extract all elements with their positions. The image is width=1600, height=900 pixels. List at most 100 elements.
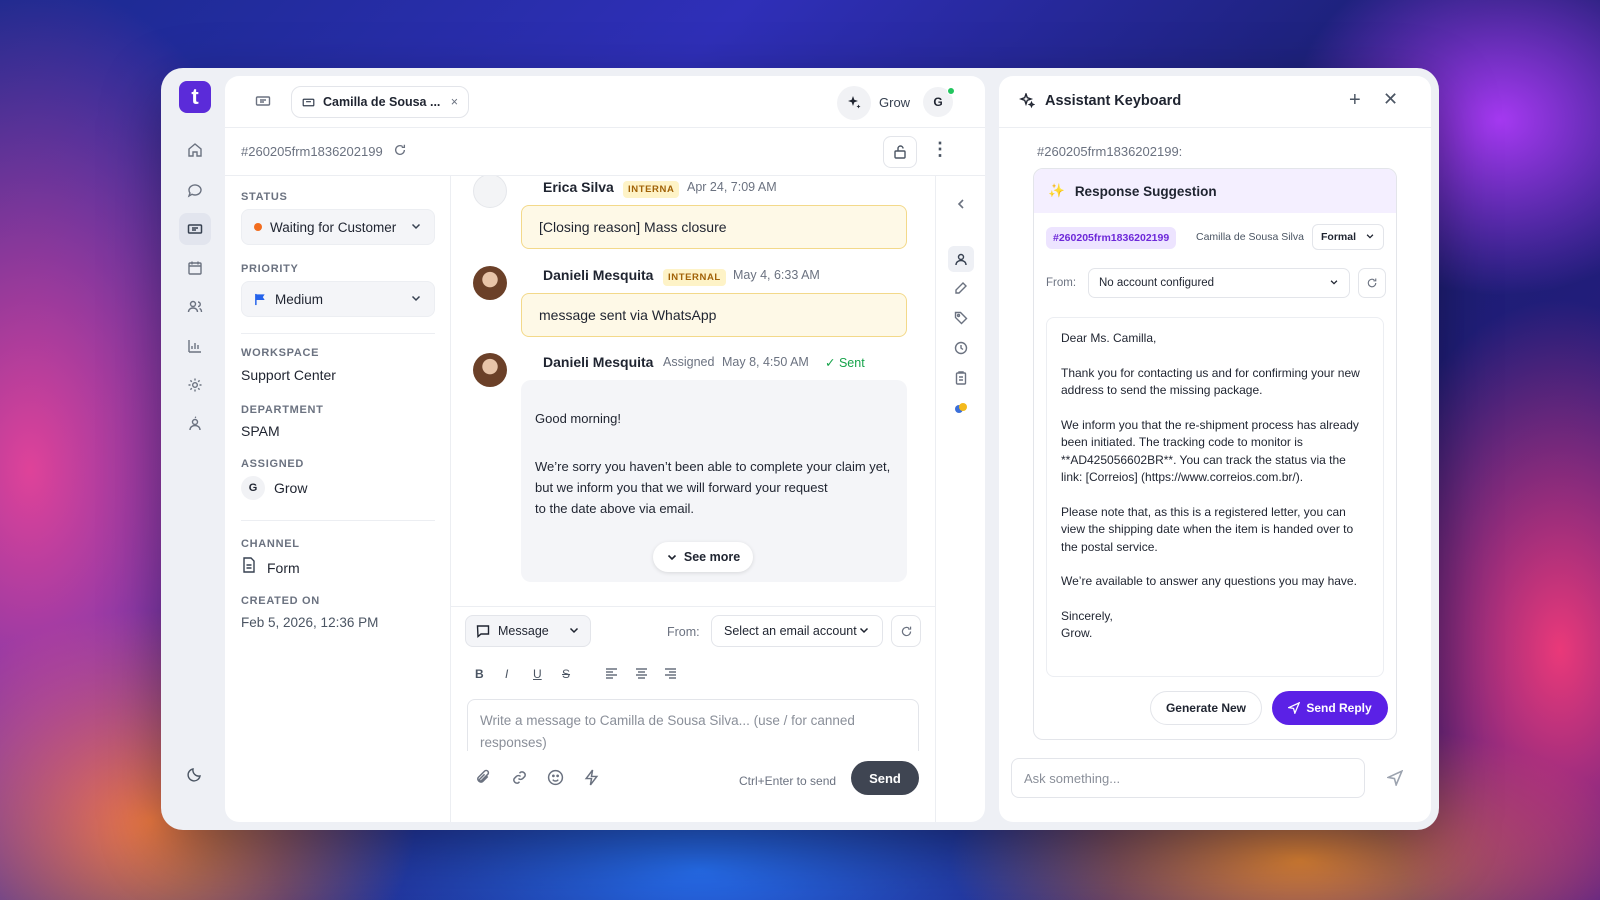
assigned-value[interactable]: Grow (274, 480, 307, 496)
calendar-icon[interactable] (179, 252, 211, 284)
priority-select[interactable]: Medium (241, 281, 435, 317)
refresh-button[interactable] (1358, 268, 1386, 298)
unlock-button[interactable] (883, 136, 917, 168)
flag-icon (255, 293, 265, 305)
department-value: SPAM (241, 423, 280, 439)
assistant-header: Assistant Keyboard + ✕ (999, 76, 1431, 128)
app-window: t Camilla de Sousa ... × Grow G #260205f… (161, 68, 1439, 830)
more-options-icon[interactable]: ⋮ (931, 140, 949, 158)
chevron-down-icon (410, 292, 422, 307)
message-type-select[interactable]: Message (465, 615, 591, 647)
contact-icon[interactable] (948, 246, 974, 272)
history-icon[interactable] (950, 337, 972, 359)
align-right-icon[interactable] (664, 667, 677, 682)
created-label: CREATED ON (241, 595, 320, 607)
message-input[interactable]: Write a message to Camilla de Sousa Silv… (467, 699, 919, 751)
settings-icon[interactable] (179, 369, 211, 401)
online-indicator (947, 87, 955, 95)
email-greeting: Good morning! (535, 411, 621, 426)
lightning-icon[interactable] (583, 769, 600, 791)
edit-icon[interactable] (950, 277, 972, 299)
underline-button[interactable]: U (533, 667, 542, 681)
link-icon[interactable] (511, 769, 528, 791)
send-hint: Ctrl+Enter to send (739, 774, 837, 788)
channel-value: Form (267, 560, 300, 576)
collapse-chevron-icon[interactable] (950, 193, 972, 215)
chevron-down-icon (1365, 231, 1375, 244)
send-icon[interactable] (1385, 769, 1404, 791)
italic-button[interactable]: I (505, 667, 508, 681)
home-icon[interactable] (179, 134, 211, 166)
workspace-value: Support Center (241, 367, 336, 383)
divider (241, 520, 435, 521)
message-icon (476, 625, 490, 638)
ask-placeholder: Ask something... (1024, 770, 1121, 786)
status-select[interactable]: Waiting for Customer (241, 209, 435, 245)
clipboard-icon[interactable] (950, 367, 972, 389)
refresh-icon[interactable] (393, 143, 407, 162)
from-account-select[interactable]: No account configured (1088, 268, 1350, 298)
reply-signature: Grow. (1061, 626, 1093, 640)
ticket-icon[interactable] (179, 213, 211, 245)
document-icon (242, 557, 256, 578)
sent-label: Sent (838, 356, 865, 370)
priority-label: PRIORITY (241, 263, 299, 275)
ticket-header: #260205frm1836202199 ⋮ (225, 128, 985, 176)
chart-icon[interactable] (179, 330, 211, 362)
ask-input[interactable]: Ask something... (1011, 758, 1365, 798)
tone-select[interactable]: Formal (1312, 224, 1384, 250)
generate-new-button[interactable]: Generate New (1150, 691, 1262, 725)
ticket-icon (302, 98, 315, 106)
nav-rail: t (161, 68, 225, 830)
message-time: May 4, 6:33 AM (733, 268, 820, 282)
card-title: Response Suggestion (1074, 183, 1217, 199)
user-name[interactable]: Grow (879, 95, 910, 110)
message-placeholder: Write a message to Camilla de Sousa Silv… (480, 713, 855, 728)
integration-icon[interactable] (950, 397, 972, 419)
ai-sparkle-button[interactable] (837, 86, 871, 120)
conversation: Erica Silva INTERNA Apr 24, 7:09 AM [Clo… (451, 176, 935, 606)
dark-mode-icon[interactable] (187, 766, 203, 787)
chevron-down-icon (410, 220, 422, 235)
users-icon[interactable] (179, 291, 211, 323)
chevron-down-icon (568, 624, 580, 639)
app-logo[interactable]: t (179, 81, 211, 113)
assigned-label: ASSIGNED (241, 458, 305, 470)
admin-user-icon[interactable] (179, 408, 211, 440)
sparkles-icon: ✨ (1048, 183, 1065, 198)
tag-icon[interactable] (950, 307, 972, 329)
department-label: DEPARTMENT (241, 404, 324, 416)
tickets-icon[interactable] (255, 93, 271, 114)
created-value: Feb 5, 2026, 12:36 PM (241, 615, 379, 630)
see-more-button[interactable]: See more (653, 542, 753, 572)
align-left-icon[interactable] (605, 667, 618, 682)
emoji-icon[interactable] (547, 769, 564, 791)
refresh-accounts-button[interactable] (891, 615, 921, 647)
send-button[interactable]: Send (851, 761, 919, 795)
reply-paragraph: Dear Ms. Camilla, (1061, 331, 1157, 345)
chat-icon[interactable] (179, 174, 211, 206)
send-reply-button[interactable]: Send Reply (1272, 691, 1388, 725)
plus-icon[interactable]: + (1349, 89, 1361, 112)
reply-paragraph: We’re available to answer any questions … (1061, 574, 1357, 588)
ticket-chip: #260205frm1836202199 (1046, 227, 1177, 249)
refresh-icon (1367, 278, 1377, 288)
strikethrough-button[interactable]: S (562, 667, 570, 681)
close-icon[interactable]: × (451, 95, 458, 109)
align-center-icon[interactable] (635, 667, 648, 682)
priority-value: Medium (275, 291, 324, 307)
internal-badge: INTERNA (623, 181, 680, 198)
message-time: May 8, 4:50 AM (722, 355, 809, 369)
reply-paragraph: Thank you for contacting us and for conf… (1061, 365, 1360, 398)
suggested-reply[interactable]: Dear Ms. Camilla, Thank you for contacti… (1046, 317, 1384, 677)
tab-ticket[interactable]: Camilla de Sousa ... × (291, 86, 469, 118)
email-account-select[interactable]: Select an email account (711, 615, 883, 647)
close-icon[interactable]: ✕ (1383, 89, 1398, 110)
bold-button[interactable]: B (475, 667, 484, 681)
send-icon (1288, 702, 1301, 714)
internal-note: [Closing reason] Mass closure (521, 205, 907, 249)
attach-icon[interactable] (475, 769, 492, 791)
email-message: Good morning! We’re sorry you haven’t be… (521, 380, 907, 582)
assignee-avatar: G (241, 476, 265, 500)
status-label: STATUS (241, 191, 288, 203)
